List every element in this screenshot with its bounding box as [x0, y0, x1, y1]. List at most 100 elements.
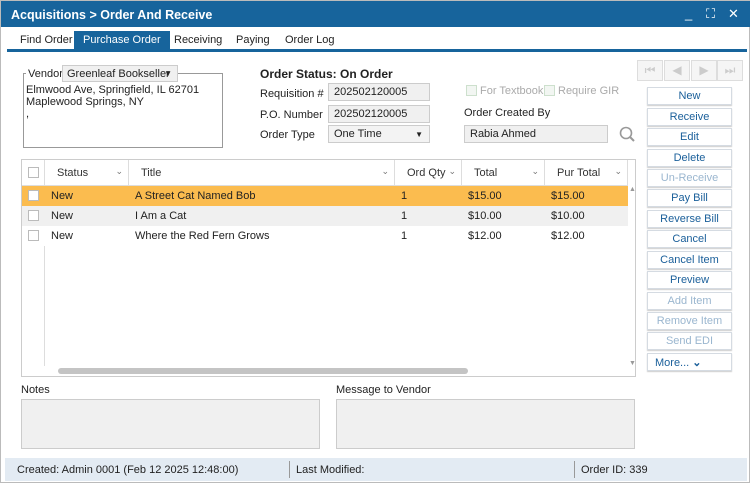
message-label: Message to Vendor [336, 384, 431, 396]
for-textbook-label: For Textbook [480, 85, 544, 97]
require-gir-label: Require GIR [558, 85, 620, 97]
tab-paying[interactable]: Paying [227, 31, 279, 50]
status-cell: New [51, 230, 74, 242]
status-bar: Created: Admin 0001 (Feb 12 2025 12:48:0… [5, 458, 747, 481]
title-bar: Acquisitions > Order And Receive [1, 1, 750, 27]
notes-textarea[interactable] [21, 399, 320, 449]
delete-button[interactable]: Delete [647, 149, 732, 167]
search-icon[interactable] [618, 125, 636, 143]
chevron-down-icon[interactable]: ⌄ [448, 166, 456, 177]
scroll-down-icon[interactable]: ▼ [629, 360, 636, 367]
order-status: Order Status: On Order [260, 67, 393, 81]
divider [289, 461, 290, 478]
column-header-pur-total[interactable]: Pur Total ⌄ [545, 160, 628, 186]
created-info: Created: Admin 0001 (Feb 12 2025 12:48:0… [17, 464, 239, 476]
tab-receiving[interactable]: Receiving [165, 31, 231, 50]
send-edi-button[interactable]: Send EDI [647, 332, 732, 350]
title-cell: A Street Cat Named Bob [135, 190, 256, 202]
column-label: Status [57, 167, 89, 179]
remove-item-button[interactable]: Remove Item [647, 312, 732, 330]
pur-total-cell: $10.00 [551, 210, 585, 222]
more-label: More... [655, 357, 690, 369]
column-label: Title [141, 167, 162, 179]
column-header-ord-qty[interactable]: Ord Qty ⌄ [395, 160, 462, 186]
for-textbook-checkbox[interactable] [466, 85, 477, 96]
dropdown-arrow-icon: ▼ [415, 130, 423, 139]
column-header-title[interactable]: Title ⌄ [129, 160, 395, 186]
vendor-select[interactable]: Greenleaf Bookseller ▼ [62, 65, 178, 82]
un-receive-button[interactable]: Un-Receive [647, 169, 732, 187]
pay-bill-button[interactable]: Pay Bill [647, 189, 732, 207]
horizontal-scrollbar[interactable] [58, 368, 468, 374]
cancel-button[interactable]: Cancel [647, 230, 732, 248]
new-button[interactable]: New [647, 87, 732, 105]
last-record-button[interactable]: ⏭ [717, 60, 743, 81]
close-icon[interactable]: ✕ [728, 6, 739, 22]
dropdown-arrow-icon: ▼ [164, 69, 172, 78]
total-cell: $10.00 [468, 210, 502, 222]
tab-find-order[interactable]: Find Order [11, 31, 82, 50]
table-row[interactable]: New A Street Cat Named Bob 1 $15.00 $15.… [22, 186, 628, 206]
created-by-field[interactable]: Rabia Ahmed [464, 125, 608, 143]
order-type-value: One Time [334, 128, 382, 140]
require-gir-checkbox[interactable] [544, 85, 555, 96]
qty-cell: 1 [401, 190, 408, 202]
vendor-address: Elmwood Ave, Springfield, IL 62701 Maple… [26, 84, 199, 120]
table-row[interactable]: New Where the Red Fern Grows 1 $12.00 $1… [22, 226, 628, 246]
message-to-vendor-textarea[interactable] [336, 399, 635, 449]
title-cell: Where the Red Fern Grows [135, 230, 270, 242]
notes-label: Notes [21, 384, 50, 396]
row-checkbox[interactable] [28, 210, 39, 221]
tab-order-log[interactable]: Order Log [276, 31, 344, 50]
cancel-item-button[interactable]: Cancel Item [647, 251, 732, 269]
reverse-bill-button[interactable]: Reverse Bill [647, 210, 732, 228]
address-line: , [26, 108, 30, 120]
more-button[interactable]: More... ⌄ [647, 353, 732, 371]
column-header-status[interactable]: Status ⌄ [45, 160, 129, 186]
title-cell: I Am a Cat [135, 210, 187, 222]
chevron-down-icon[interactable]: ⌄ [115, 166, 123, 177]
select-all-cell [22, 160, 45, 186]
maximize-icon[interactable]: ⛶ [706, 6, 715, 22]
column-label: Total [474, 167, 498, 179]
po-label: P.O. Number [260, 109, 323, 121]
chevron-down-icon[interactable]: ⌄ [531, 166, 539, 177]
po-number-field[interactable]: 202502120005 [328, 105, 430, 123]
qty-cell: 1 [401, 210, 408, 222]
receive-button[interactable]: Receive [647, 108, 732, 126]
preview-button[interactable]: Preview [647, 271, 732, 289]
first-record-button[interactable]: ⏮ [637, 60, 663, 81]
created-by-label: Order Created By [464, 107, 551, 119]
prev-record-button[interactable]: ◀ [664, 60, 690, 81]
status-cell: New [51, 210, 74, 222]
table-row[interactable]: New I Am a Cat 1 $10.00 $10.00 [22, 206, 628, 226]
total-cell: $15.00 [468, 190, 502, 202]
order-type-select[interactable]: One Time ▼ [328, 125, 430, 143]
tab-purchase-order[interactable]: Purchase Order [74, 31, 170, 50]
select-all-checkbox[interactable] [28, 167, 39, 178]
divider [574, 461, 575, 478]
add-item-button[interactable]: Add Item [647, 292, 732, 310]
pur-total-cell: $12.00 [551, 230, 585, 242]
scroll-up-icon[interactable]: ▲ [629, 186, 636, 193]
chevron-down-icon[interactable]: ⌄ [381, 166, 389, 177]
address-line: Maplewood Springs, NY [26, 96, 145, 108]
edit-button[interactable]: Edit [647, 128, 732, 146]
column-header-total[interactable]: Total ⌄ [462, 160, 545, 186]
chevron-down-icon: ⌄ [692, 357, 702, 369]
order-id: Order ID: 339 [581, 464, 648, 476]
total-cell: $12.00 [468, 230, 502, 242]
window-title: Acquisitions > Order And Receive [11, 8, 213, 22]
row-checkbox[interactable] [28, 190, 39, 201]
next-record-button[interactable]: ▶ [691, 60, 717, 81]
requisition-field[interactable]: 202502120005 [328, 83, 430, 101]
requisition-label: Requisition # [260, 88, 324, 100]
pur-total-cell: $15.00 [551, 190, 585, 202]
row-checkbox[interactable] [28, 230, 39, 241]
column-divider [44, 246, 45, 366]
minimize-icon[interactable]: _ [685, 6, 692, 21]
status-cell: New [51, 190, 74, 202]
grid-header: Status ⌄ Title ⌄ Ord Qty ⌄ Total ⌄ Pur Total… [22, 160, 628, 186]
order-items-grid: Status ⌄ Title ⌄ Ord Qty ⌄ Total ⌄ Pur Total… [21, 159, 636, 377]
chevron-down-icon[interactable]: ⌄ [614, 166, 622, 177]
